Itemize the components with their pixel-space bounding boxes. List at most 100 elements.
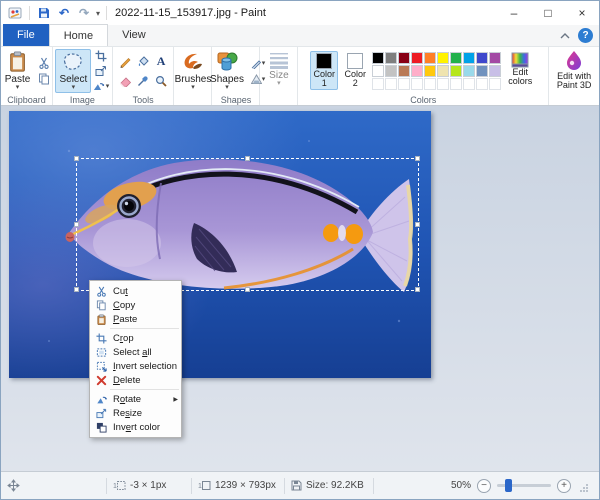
palette-swatch[interactable] — [437, 65, 450, 77]
color2-button[interactable]: Color 2 — [341, 51, 369, 90]
palette-swatch[interactable] — [463, 52, 476, 64]
select-button[interactable]: Select ▾ — [55, 49, 92, 93]
palette-empty-slot[interactable] — [372, 78, 385, 90]
invert-selection-icon — [94, 361, 109, 372]
selection-handle[interactable] — [415, 287, 420, 292]
cut-icon[interactable] — [36, 56, 52, 70]
fill-bucket-icon[interactable] — [135, 54, 151, 68]
selection-handle[interactable] — [74, 221, 79, 227]
menu-item-cut[interactable]: Cut — [90, 284, 181, 298]
canvas-workspace[interactable]: Cut Copy Paste Crop Select all Invert selecti… — [1, 106, 599, 471]
palette-swatch[interactable] — [450, 65, 463, 77]
menu-item-crop[interactable]: Crop — [90, 331, 181, 345]
zoom-slider-thumb[interactable] — [505, 479, 512, 492]
palette-swatch[interactable] — [463, 65, 476, 77]
menu-item-label: Resize — [113, 407, 143, 419]
menu-item-paste[interactable]: Paste — [90, 312, 181, 326]
selection-handle[interactable] — [415, 221, 420, 227]
rotate-icon[interactable]: ▾ — [93, 80, 109, 93]
customize-qat-dropdown[interactable]: ▾ — [96, 9, 100, 18]
menu-item-label: Invert color — [113, 421, 161, 433]
paste-button[interactable]: Paste ▾ — [1, 49, 34, 93]
edit-with-paint3d-button[interactable]: Edit with Paint 3D — [551, 49, 597, 93]
palette-swatch[interactable] — [424, 65, 437, 77]
palette-swatch[interactable] — [411, 65, 424, 77]
palette-swatch[interactable] — [372, 52, 385, 64]
menu-item-label: Rotate — [113, 393, 142, 405]
palette-swatch[interactable] — [476, 65, 489, 77]
undo-button[interactable]: ↶ — [56, 5, 72, 21]
palette-swatch[interactable] — [489, 65, 502, 77]
menu-item-invert-selection[interactable]: Invert selection — [90, 359, 181, 373]
tab-view[interactable]: View — [108, 24, 160, 46]
ribbon: Paste ▾ Clipboard Select ▾ ▾ Image A Too… — [1, 47, 599, 106]
palette-swatch[interactable] — [450, 52, 463, 64]
selection-handle[interactable] — [244, 156, 250, 161]
maximize-button[interactable]: □ — [531, 1, 565, 25]
shapes-button[interactable]: Shapes ▾ — [206, 49, 248, 93]
selection-handle[interactable] — [415, 156, 420, 161]
selection-size-segment: 1 -3 × 1px — [107, 472, 191, 499]
eraser-icon[interactable] — [117, 74, 133, 88]
magnifier-icon[interactable] — [153, 74, 169, 88]
color-picker-icon[interactable] — [135, 74, 151, 88]
edit-colors-button[interactable]: Edit colors — [504, 51, 536, 87]
selection-size-value: -3 × 1px — [130, 480, 167, 491]
menu-item-invert-color[interactable]: Invert color — [90, 420, 181, 434]
image-size-icon: 1 — [198, 481, 211, 490]
palette-swatch[interactable] — [437, 52, 450, 64]
menu-item-resize[interactable]: Resize — [90, 406, 181, 420]
selection-handle[interactable] — [74, 156, 79, 161]
resize-icon[interactable] — [93, 64, 109, 77]
palette-empty-slot[interactable] — [385, 78, 398, 90]
copy-icon[interactable] — [36, 72, 52, 86]
palette-swatch[interactable] — [372, 65, 385, 77]
crop-icon[interactable] — [93, 49, 109, 62]
palette-swatch[interactable] — [385, 65, 398, 77]
menu-item-label: Copy — [113, 299, 136, 311]
menu-item-copy[interactable]: Copy — [90, 298, 181, 312]
menu-separator — [110, 328, 179, 329]
palette-swatch[interactable] — [398, 65, 411, 77]
palette-empty-slot[interactable] — [489, 78, 502, 90]
menu-item-delete[interactable]: Delete — [90, 373, 181, 387]
palette-swatch[interactable] — [411, 52, 424, 64]
file-size-icon — [291, 480, 302, 491]
menu-item-rotate[interactable]: Rotate ▶ — [90, 392, 181, 406]
palette-swatch[interactable] — [476, 52, 489, 64]
collapse-ribbon-icon[interactable] — [560, 32, 570, 39]
palette-empty-slot[interactable] — [476, 78, 489, 90]
palette-swatch[interactable] — [424, 52, 437, 64]
palette-swatch[interactable] — [398, 52, 411, 64]
tab-home[interactable]: Home — [48, 24, 109, 46]
minimize-button[interactable]: – — [497, 1, 531, 25]
resize-grip[interactable] — [579, 483, 589, 493]
selection-handle[interactable] — [74, 287, 79, 292]
menu-item-label: Delete — [113, 374, 141, 386]
palette-empty-slot[interactable] — [398, 78, 411, 90]
palette-swatch[interactable] — [489, 52, 502, 64]
selection-rectangle[interactable] — [74, 156, 420, 292]
save-button[interactable] — [36, 5, 52, 21]
zoom-out-button[interactable]: − — [477, 478, 491, 493]
text-tool-icon[interactable]: A — [153, 54, 169, 68]
palette-empty-slot[interactable] — [450, 78, 463, 90]
palette-empty-slot[interactable] — [411, 78, 424, 90]
palette-empty-slot[interactable] — [424, 78, 437, 90]
close-button[interactable]: × — [565, 1, 599, 25]
redo-button[interactable]: ↷ — [76, 5, 92, 21]
zoom-in-button[interactable]: + — [557, 478, 571, 493]
pencil-icon[interactable] — [117, 54, 133, 68]
palette-swatch[interactable] — [385, 52, 398, 64]
help-icon[interactable]: ? — [578, 28, 593, 43]
tab-file[interactable]: File — [3, 24, 49, 46]
zoom-slider[interactable] — [497, 479, 551, 492]
palette-empty-slot[interactable] — [437, 78, 450, 90]
palette-empty-slot[interactable] — [463, 78, 476, 90]
size-button[interactable]: Size ▾ — [264, 49, 294, 93]
color1-button[interactable]: Color 1 — [310, 51, 339, 90]
paint-window: ↶ ↷ ▾ 2022-11-15_153917.jpg - Paint – □ … — [0, 0, 600, 500]
selection-handle[interactable] — [244, 287, 250, 292]
divider — [106, 6, 108, 20]
menu-item-select-all[interactable]: Select all — [90, 345, 181, 359]
